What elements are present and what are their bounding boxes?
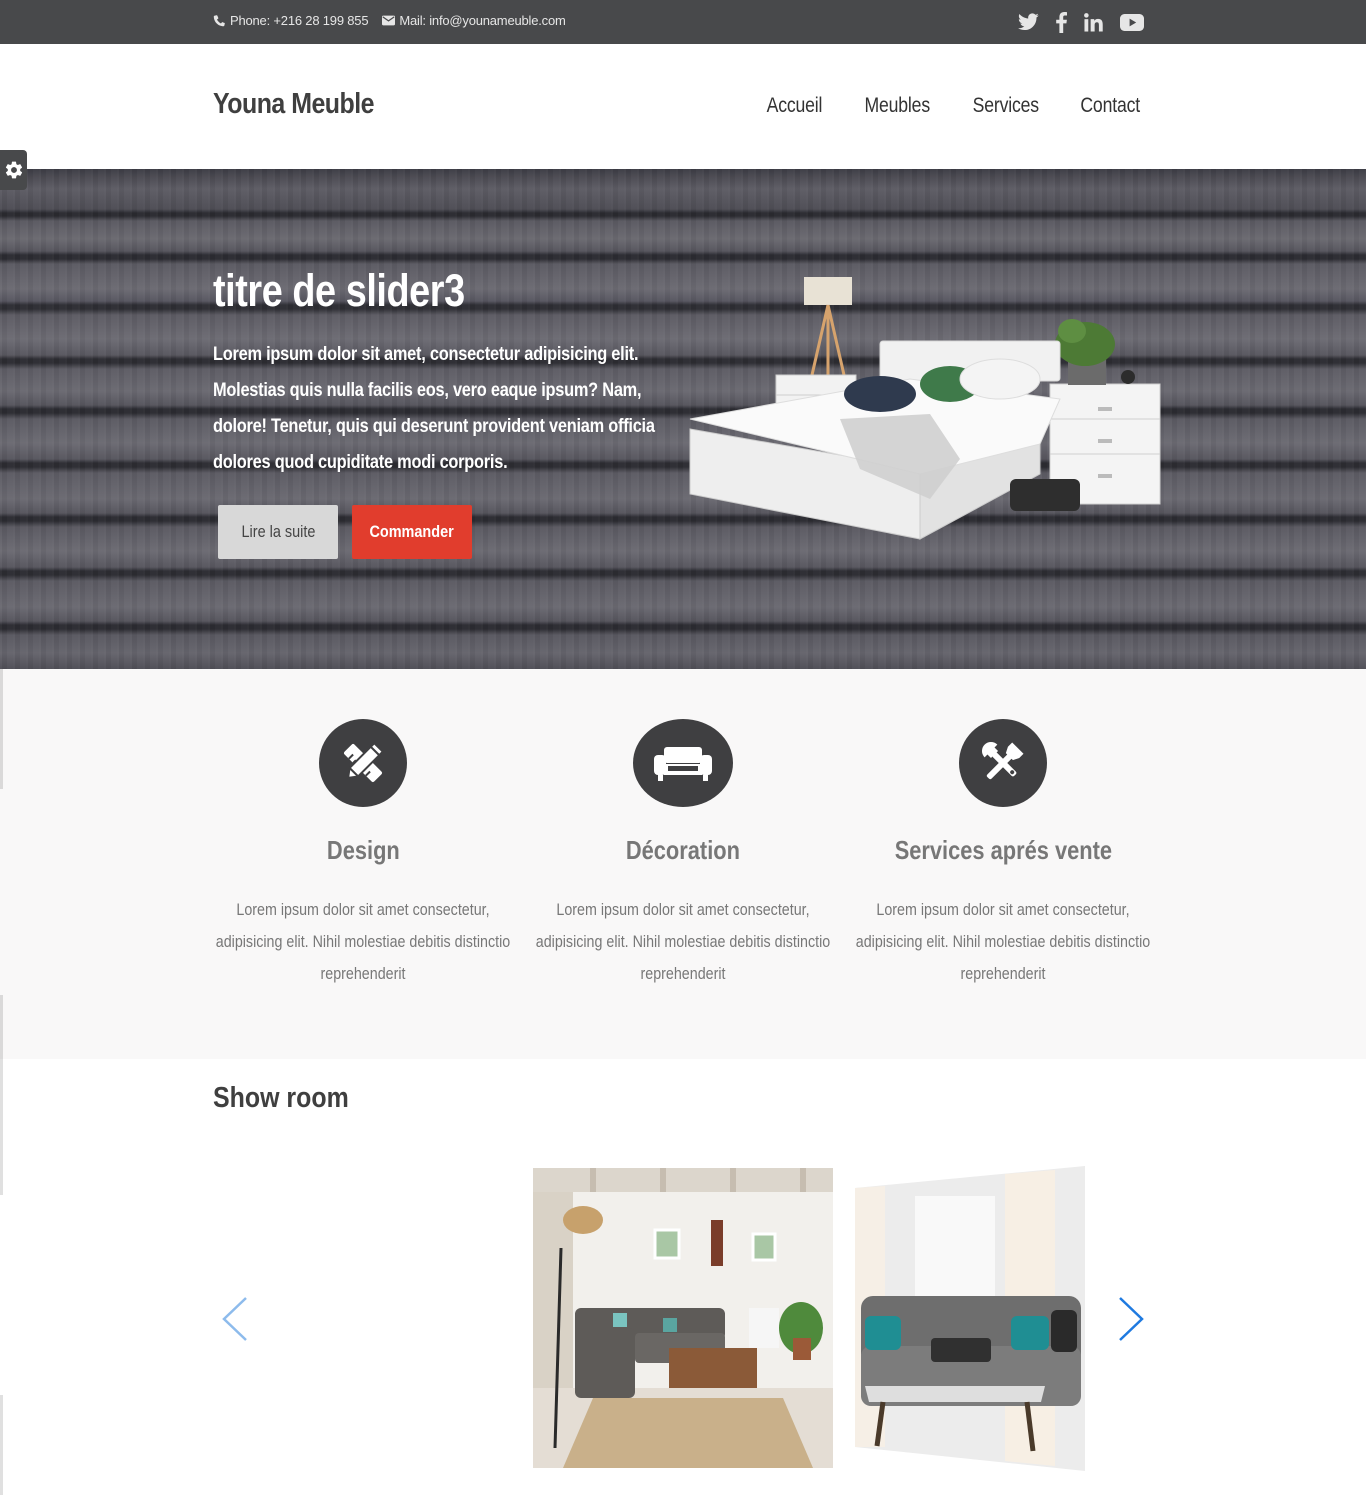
edge-shadow bbox=[0, 995, 3, 1195]
carousel-prev-arrow[interactable] bbox=[220, 1295, 250, 1343]
youtube-icon[interactable] bbox=[1120, 10, 1144, 34]
carousel-next-arrow[interactable] bbox=[1116, 1295, 1146, 1343]
facebook-icon[interactable] bbox=[1056, 10, 1067, 34]
hero-slider: titre de slider3 Lorem ipsum dolor sit a… bbox=[0, 169, 1366, 669]
edge-shadow bbox=[0, 1395, 3, 1495]
order-button[interactable]: Commander bbox=[352, 505, 472, 559]
feature-title: Services aprés vente bbox=[843, 835, 1163, 866]
order-label: Commander bbox=[369, 522, 455, 541]
nav-contact[interactable]: Contact bbox=[1080, 94, 1140, 118]
main-nav: Accueil Meubles Services Contact bbox=[726, 94, 1140, 118]
twitter-icon[interactable] bbox=[1018, 10, 1039, 34]
feature-text-content: Lorem ipsum dolor sit amet consectetur, … bbox=[535, 900, 831, 983]
site-header: Youna Meuble Accueil Meubles Services Co… bbox=[0, 44, 1366, 169]
features-section: Design Lorem ipsum dolor sit amet consec… bbox=[0, 669, 1366, 1059]
feature-icon-circle bbox=[319, 719, 407, 807]
hero-title: titre de slider3 bbox=[213, 265, 465, 316]
linkedin-icon[interactable] bbox=[1084, 10, 1103, 34]
mail-info: Mail: info@younameuble.com bbox=[382, 13, 566, 28]
read-more-label: Lire la suite bbox=[241, 522, 315, 541]
mail-link[interactable]: Mail: info@younameuble.com bbox=[399, 13, 565, 28]
feature-title-text: Décoration bbox=[625, 835, 741, 865]
phone-icon bbox=[213, 15, 225, 27]
feature-title-text: Design bbox=[326, 835, 400, 865]
feature-text: Lorem ipsum dolor sit amet consectetur, … bbox=[523, 894, 843, 990]
phone-info: Phone: +216 28 199 855 bbox=[213, 13, 369, 28]
nav-meubles[interactable]: Meubles bbox=[865, 94, 931, 118]
bedroom-image bbox=[689, 277, 1161, 540]
phone-text: Phone: +216 28 199 855 bbox=[230, 13, 369, 28]
feature-text: Lorem ipsum dolor sit amet consectetur, … bbox=[203, 894, 523, 990]
couch-icon bbox=[654, 747, 712, 781]
gear-icon bbox=[5, 161, 22, 179]
edge-shadow bbox=[0, 669, 3, 789]
feature-text: Lorem ipsum dolor sit amet consectetur, … bbox=[843, 894, 1163, 990]
feature-title: Design bbox=[203, 835, 523, 866]
feature-text-content: Lorem ipsum dolor sit amet consectetur, … bbox=[855, 900, 1151, 983]
showroom-living-room-image[interactable] bbox=[533, 1168, 833, 1468]
design-tools-icon bbox=[344, 741, 385, 782]
feature-title: Décoration bbox=[523, 835, 843, 866]
read-more-button[interactable]: Lire la suite bbox=[218, 505, 338, 559]
feature-icon-circle bbox=[959, 719, 1047, 807]
feature-title-text: Services aprés vente bbox=[894, 835, 1112, 865]
feature-icon-circle bbox=[633, 719, 733, 807]
envelope-icon bbox=[382, 15, 396, 26]
showroom-title: Show room bbox=[213, 1082, 349, 1114]
feature-text-content: Lorem ipsum dolor sit amet consectetur, … bbox=[215, 900, 511, 983]
nav-accueil[interactable]: Accueil bbox=[766, 94, 822, 118]
top-bar: Phone: +216 28 199 855 Mail: info@younam… bbox=[0, 0, 1366, 44]
hero-text: Lorem ipsum dolor sit amet, consectetur … bbox=[213, 343, 655, 473]
settings-toggle[interactable] bbox=[0, 150, 27, 190]
showroom-sofa-image[interactable] bbox=[855, 1166, 1085, 1471]
social-links bbox=[1018, 10, 1144, 34]
tools-icon bbox=[981, 741, 1024, 780]
nav-services[interactable]: Services bbox=[973, 94, 1039, 118]
brand-logo[interactable]: Youna Meuble bbox=[213, 88, 375, 121]
contact-info: Phone: +216 28 199 855 Mail: info@younam… bbox=[213, 13, 580, 28]
